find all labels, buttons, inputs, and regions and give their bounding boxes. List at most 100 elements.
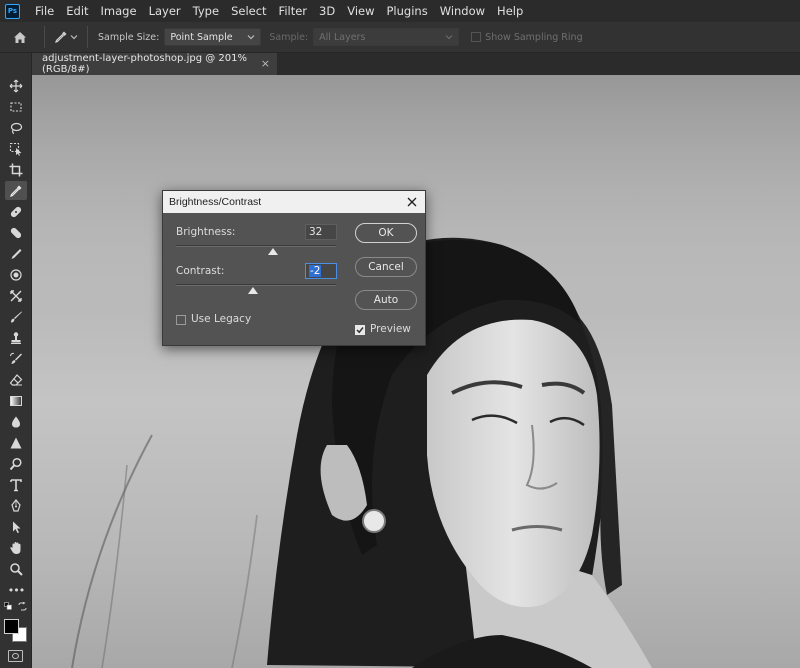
cancel-button-label: Cancel	[368, 261, 404, 273]
eyedropper-tool[interactable]	[5, 181, 27, 200]
sample-size-select[interactable]: Point Sample	[164, 28, 262, 46]
default-colors-and-swap	[4, 602, 28, 614]
menu-edit[interactable]: Edit	[60, 0, 94, 22]
clone-tool[interactable]	[5, 244, 27, 263]
dodge-tool[interactable]	[5, 454, 27, 473]
pattern-tool[interactable]	[5, 265, 27, 284]
document-tab-title: adjustment-layer-photoshop.jpg @ 201% (R…	[42, 53, 247, 75]
blur-icon	[11, 416, 21, 427]
default-colors-icon[interactable]	[4, 602, 12, 610]
ok-button-label: OK	[378, 227, 394, 239]
path-select-icon	[13, 521, 21, 533]
menu-view[interactable]: View	[341, 0, 380, 22]
brightness-slider-thumb[interactable]	[268, 248, 278, 255]
contrast-slider-track[interactable]	[176, 284, 336, 286]
eyedropper-icon	[55, 31, 67, 43]
contrast-field[interactable]: -2	[305, 263, 337, 279]
menu-file[interactable]: File	[29, 0, 60, 22]
ok-button[interactable]: OK	[355, 223, 417, 243]
tool-preset-picker[interactable]	[49, 30, 83, 44]
content-aware-move-tool[interactable]	[5, 286, 27, 305]
marquee-tool[interactable]	[5, 97, 27, 116]
gradient-icon	[10, 395, 22, 406]
preview-checkbox[interactable]	[355, 325, 365, 335]
close-tab-icon[interactable]: ×	[261, 57, 270, 70]
object-selection-tool[interactable]	[5, 139, 27, 158]
use-legacy-label: Use Legacy	[191, 313, 252, 325]
menu-filter[interactable]: Filter	[273, 0, 313, 22]
show-sampling-ring-label: Show Sampling Ring	[485, 31, 583, 43]
pen-tool[interactable]	[5, 496, 27, 515]
eraser-tool[interactable]	[5, 370, 27, 389]
cancel-button[interactable]: Cancel	[355, 257, 417, 277]
brightness-slider-track[interactable]	[176, 245, 336, 247]
menu-window[interactable]: Window	[434, 0, 491, 22]
edit-toolbar-button[interactable]: •••	[5, 581, 27, 600]
stamp-icon	[11, 331, 21, 344]
lasso-tool[interactable]	[5, 118, 27, 137]
more-tools-icon: •••	[7, 584, 25, 597]
document-canvas[interactable]	[32, 75, 800, 668]
contrast-label: Contrast:	[176, 265, 225, 277]
photoshop-logo[interactable]: Ps	[5, 3, 20, 19]
move-icon	[9, 79, 23, 92]
menu-layer[interactable]: Layer	[143, 0, 187, 22]
object-select-icon	[9, 142, 22, 156]
brush-tool[interactable]	[5, 307, 27, 326]
path-selection-tool[interactable]	[5, 517, 27, 536]
quick-mask-button[interactable]	[8, 650, 23, 662]
quick-mask-icon	[12, 653, 19, 659]
chevron-down-icon	[247, 35, 255, 40]
stamp-tool[interactable]	[5, 328, 27, 347]
menu-type[interactable]: Type	[187, 0, 225, 22]
spot-heal-icon	[10, 206, 22, 217]
home-icon	[14, 31, 26, 43]
sample-label: Sample:	[269, 31, 309, 43]
menu-select[interactable]: Select	[225, 0, 272, 22]
contrast-slider-thumb[interactable]	[248, 287, 258, 294]
dialog-title-bar[interactable]: Brightness/Contrast	[163, 191, 425, 213]
move-tool[interactable]	[5, 76, 27, 95]
healing-brush-icon	[10, 227, 22, 238]
document-tab-bar: adjustment-layer-photoshop.jpg @ 201% (R…	[32, 53, 800, 75]
menu-plugins[interactable]: Plugins	[381, 0, 434, 22]
healing-brush-tool[interactable]	[5, 223, 27, 242]
auto-button-label: Auto	[373, 294, 399, 306]
chevron-down-icon	[70, 35, 78, 40]
blur-tool[interactable]	[5, 412, 27, 431]
type-tool[interactable]	[5, 475, 27, 494]
sample-select[interactable]: All Layers	[313, 28, 460, 46]
gradient-tool[interactable]	[5, 391, 27, 410]
checkmark-icon	[356, 327, 364, 334]
clone-icon	[11, 248, 22, 259]
brightness-field[interactable]: 32	[305, 224, 337, 240]
menu-help[interactable]: Help	[491, 0, 529, 22]
document-tab[interactable]: adjustment-layer-photoshop.jpg @ 201% (R…	[32, 53, 277, 75]
dodge-icon	[9, 457, 22, 470]
pattern-icon	[10, 268, 22, 281]
menu-image[interactable]: Image	[95, 0, 143, 22]
home-button[interactable]	[0, 22, 40, 53]
swap-colors-icon[interactable]	[18, 602, 27, 611]
brightness-value: 32	[309, 226, 323, 238]
separator	[44, 26, 45, 48]
brightness-contrast-dialog: Brightness/Contrast Brightness: 32 Contr…	[162, 190, 426, 346]
tools-panel: •••	[0, 53, 32, 668]
spot-healing-tool[interactable]	[5, 202, 27, 221]
use-legacy-checkbox[interactable]	[176, 315, 186, 325]
auto-button[interactable]: Auto	[355, 290, 417, 310]
options-bar: Sample Size: Point Sample Sample: All La…	[0, 22, 800, 53]
pen-icon	[11, 498, 21, 512]
history-brush-tool[interactable]	[5, 349, 27, 368]
show-sampling-ring-checkbox[interactable]	[471, 32, 482, 42]
zoom-tool[interactable]	[5, 559, 27, 578]
hand-tool[interactable]	[5, 538, 27, 557]
sample-size-value: Point Sample	[170, 31, 233, 43]
menu-3d[interactable]: 3D	[313, 0, 341, 22]
crop-tool[interactable]	[5, 160, 27, 179]
dialog-close-button[interactable]	[404, 193, 420, 210]
hand-icon	[10, 541, 21, 554]
lasso-icon	[10, 122, 23, 134]
foreground-color-swatch[interactable]	[4, 619, 19, 634]
sharpen-tool[interactable]	[5, 433, 27, 452]
